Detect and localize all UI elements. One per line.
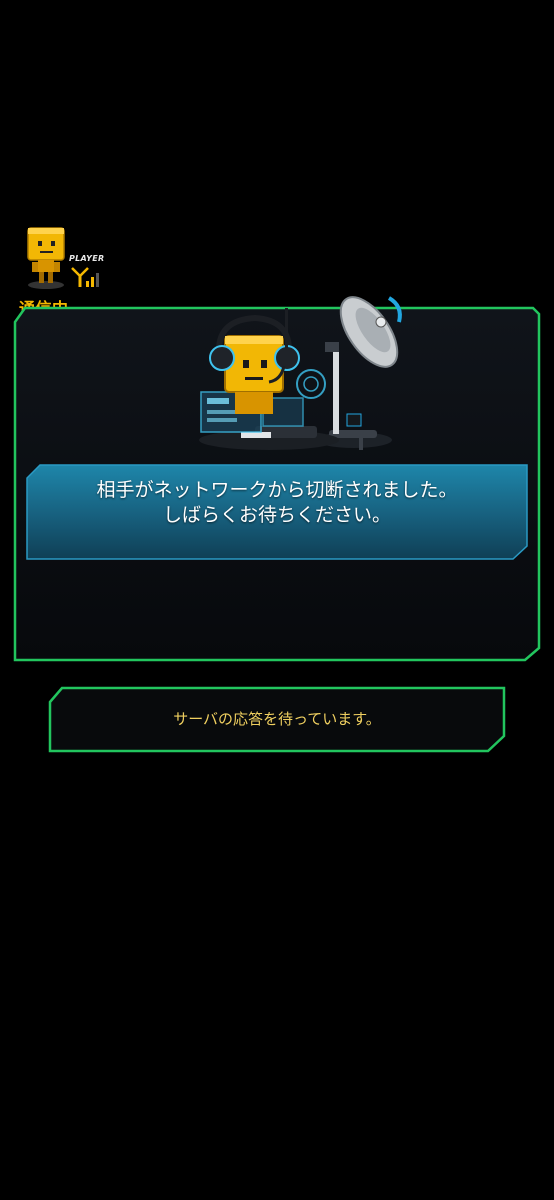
server-status-panel: サーバの応答を待っています。 <box>48 686 506 753</box>
player-label: PLAYER <box>69 254 105 263</box>
signal-icon <box>71 267 99 287</box>
server-status-text: サーバの応答を待っています。 <box>173 710 381 728</box>
message-line-1: 相手がネットワークから切断されました。 <box>96 479 458 501</box>
message-line-2: しばらくお待ちください。 <box>162 504 391 526</box>
operator-robot-illustration <box>199 296 402 450</box>
disconnect-dialog: 相手がネットワークから切断されました。 しばらくお待ちください。 <box>13 296 541 662</box>
disconnect-message-banner: 相手がネットワークから切断されました。 しばらくお待ちください。 <box>26 464 528 560</box>
disconnect-message: 相手がネットワークから切断されました。 しばらくお待ちください。 <box>26 478 528 528</box>
satellite-dish-icon <box>316 296 402 450</box>
